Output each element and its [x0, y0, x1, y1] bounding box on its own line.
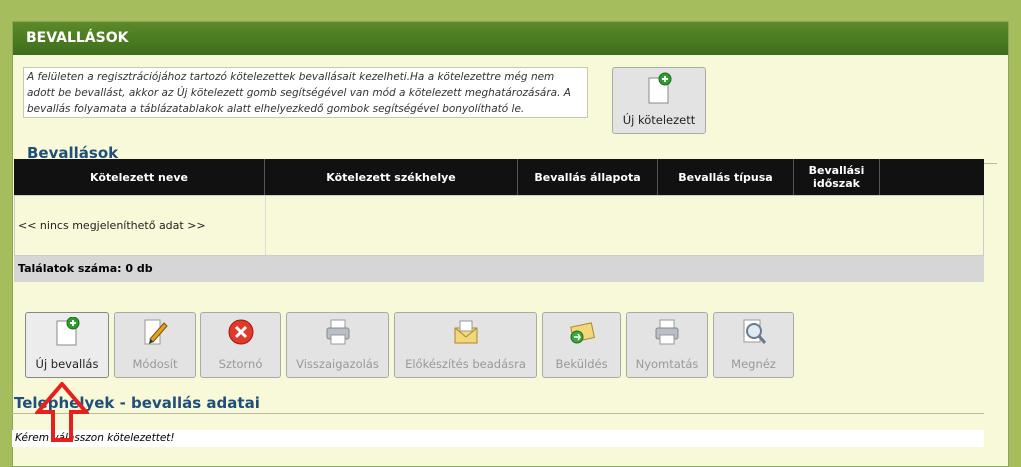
- new-obligor-label: Új kötelezett: [622, 113, 696, 127]
- printer-icon: [655, 319, 679, 345]
- empty-table-message: << nincs megjeleníthető adat >>: [18, 219, 206, 232]
- new-return-button[interactable]: Új bevallás: [25, 312, 109, 378]
- envelope-icon: [454, 320, 477, 344]
- column-header-obligor-name[interactable]: Kötelezett neve: [14, 159, 265, 195]
- print-button[interactable]: Nyomtatás: [626, 312, 708, 378]
- send-envelope-icon: [569, 322, 595, 344]
- printer-icon: [326, 319, 349, 345]
- new-obligor-button[interactable]: Új kötelezett: [612, 67, 706, 134]
- column-header-obligor-seat[interactable]: Kötelezett székhelye: [265, 159, 518, 195]
- view-button[interactable]: Megnéz: [713, 312, 794, 378]
- confirmation-button[interactable]: Visszaigazolás: [286, 312, 389, 378]
- new-document-icon: [648, 72, 672, 104]
- prepare-submission-label: Előkészítés beadásra: [405, 357, 526, 371]
- edit-pencil-icon: [144, 319, 168, 345]
- column-header-return-status[interactable]: Bevallás állapota: [518, 159, 658, 195]
- new-return-label: Új bevallás: [35, 357, 99, 371]
- column-header-return-period[interactable]: Bevallási időszak: [794, 159, 880, 195]
- annotation-arrow-icon: [35, 382, 89, 442]
- modify-label: Módosít: [132, 357, 178, 371]
- sites-divider: [12, 413, 984, 414]
- confirmation-label: Visszaigazolás: [296, 357, 379, 371]
- panel-title: BEVALLÁSOK: [13, 22, 1008, 55]
- modify-button[interactable]: Módosít: [114, 312, 196, 378]
- prepare-submission-button[interactable]: Előkészítés beadásra: [394, 312, 537, 378]
- select-obligor-message: Kérem válasszon kötelezettet!: [12, 430, 984, 447]
- print-label: Nyomtatás: [635, 357, 699, 371]
- new-document-icon: [56, 317, 80, 346]
- cancel-button[interactable]: Sztornó: [200, 312, 281, 378]
- column-header-empty: [880, 159, 984, 195]
- send-label: Beküldés: [555, 357, 608, 371]
- cancel-x-icon: [228, 319, 253, 345]
- returns-table-body: << nincs megjeleníthető adat >>: [14, 195, 984, 256]
- cancel-label: Sztornó: [218, 357, 263, 371]
- send-button[interactable]: Beküldés: [542, 312, 621, 378]
- returns-table-header: Kötelezett neve Kötelezett székhelye Bev…: [14, 159, 984, 195]
- result-count: Találatok száma: 0 db: [14, 256, 984, 282]
- magnifier-icon: [743, 319, 766, 344]
- view-label: Megnéz: [731, 357, 776, 371]
- column-header-return-type[interactable]: Bevallás típusa: [658, 159, 794, 195]
- info-text: A felületen a regisztrációjához tartozó …: [23, 67, 588, 118]
